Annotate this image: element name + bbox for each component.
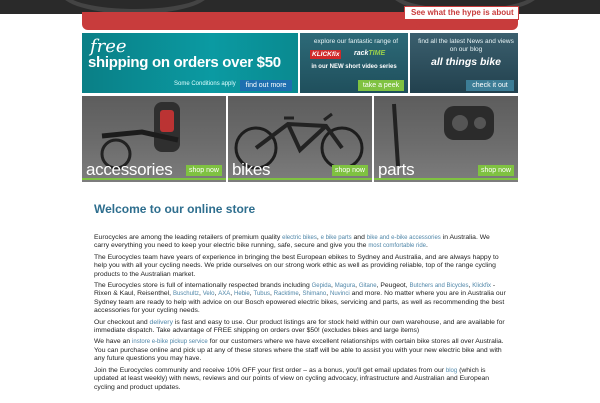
category-divider bbox=[374, 178, 518, 180]
community-paragraph: Join the Eurocycles community and receiv… bbox=[94, 367, 506, 392]
accessories-link[interactable]: bike and e-bike accessories bbox=[367, 235, 441, 241]
p1-text-3: and bbox=[351, 234, 367, 241]
promo-video-series: in our NEW short video series bbox=[311, 64, 397, 70]
nuvinci-link[interactable]: Nuvinci bbox=[330, 291, 350, 297]
promo-video-intro: explore our fantastic range of bbox=[313, 38, 399, 45]
category-bikes[interactable]: bikes shop now bbox=[228, 96, 372, 182]
buschultz-link[interactable]: Buschultz bbox=[173, 291, 199, 297]
racktime-logo: rackTIME bbox=[354, 50, 385, 57]
p5-text-1: We have an bbox=[94, 338, 133, 346]
gitane-link[interactable]: Gitane bbox=[359, 283, 377, 289]
blog-promo[interactable]: find all the latest News and views on ou… bbox=[410, 33, 518, 93]
velo-link[interactable]: Velo bbox=[203, 291, 215, 297]
magura-link[interactable]: Magura bbox=[335, 283, 355, 289]
intro-paragraph: Eurocycles are among the leading retaile… bbox=[94, 234, 506, 251]
pickup-paragraph: We have an instore e-bike pickup service… bbox=[94, 338, 506, 363]
category-divider bbox=[82, 178, 226, 180]
p3-text-2: , Peugeot, bbox=[376, 282, 410, 290]
p4-text-1: Our checkout and bbox=[94, 318, 150, 326]
axa-link[interactable]: AXA bbox=[218, 291, 230, 297]
promo-banners: free shipping on orders over $50 Some Co… bbox=[82, 33, 518, 93]
free-shipping-promo[interactable]: free shipping on orders over $50 Some Co… bbox=[82, 33, 298, 93]
take-a-peek-button[interactable]: take a peek bbox=[358, 80, 404, 91]
racktime-link[interactable]: Racktime bbox=[274, 291, 299, 297]
category-bikes-label: bikes bbox=[232, 160, 271, 179]
p1-text-1: Eurocycles are among the leading retaile… bbox=[94, 234, 283, 241]
e-bike-parts-link[interactable]: e bike parts bbox=[321, 235, 352, 241]
welcome-content: Welcome to our online store Eurocycles a… bbox=[82, 182, 518, 403]
promo-blog-title: all things bike bbox=[430, 56, 501, 68]
category-parts[interactable]: parts shop now bbox=[374, 96, 518, 182]
category-accessories[interactable]: accessories shop now bbox=[82, 96, 226, 182]
blog-link[interactable]: blog bbox=[446, 368, 457, 374]
experience-paragraph: The Eurocycles team have years of experi… bbox=[94, 253, 499, 278]
brand-logos: KLICKfix rackTIME bbox=[310, 50, 402, 60]
hebie-link[interactable]: Hebie bbox=[234, 291, 250, 297]
klickfix-link[interactable]: Klickfix bbox=[472, 283, 491, 289]
instore-pickup-link[interactable]: instore e-bike pickup service bbox=[132, 339, 208, 345]
see-hype-label: See what the hype is about bbox=[411, 8, 514, 17]
promo-conditions: Some Conditions apply bbox=[174, 81, 236, 87]
see-hype-button[interactable]: See what the hype is about bbox=[404, 6, 519, 28]
welcome-heading: Welcome to our online store bbox=[94, 202, 256, 216]
category-parts-label: parts bbox=[378, 160, 415, 179]
checkout-paragraph: Our checkout and delivery is fast and ea… bbox=[94, 319, 506, 336]
shimano-link[interactable]: Shimano bbox=[303, 291, 327, 297]
shop-now-accessories-button[interactable]: shop now bbox=[186, 165, 222, 176]
find-out-more-button[interactable]: find out more bbox=[240, 80, 292, 91]
electric-bikes-link[interactable]: electric bikes bbox=[282, 235, 317, 241]
shop-now-parts-button[interactable]: shop now bbox=[478, 165, 514, 176]
brands-paragraph: The Eurocycles store is full of internat… bbox=[94, 282, 506, 315]
hero-banner: See what the hype is about bbox=[0, 0, 600, 32]
p1-text-5: . bbox=[426, 242, 428, 250]
arrow-right-icon bbox=[416, 21, 420, 28]
gepida-link[interactable]: Gepida bbox=[312, 283, 331, 289]
racktime-logo-b: TIME bbox=[368, 50, 386, 57]
promo-shipping-text: shipping on orders over $50 bbox=[88, 54, 281, 71]
p6-text-1: Join the Eurocycles community and receiv… bbox=[94, 366, 446, 374]
racktime-logo-a: rack bbox=[354, 50, 369, 57]
promo-blog-intro: find all the latest News and views on ou… bbox=[418, 38, 514, 53]
video-series-promo[interactable]: explore our fantastic range of KLICKfix … bbox=[300, 33, 408, 93]
category-divider bbox=[228, 178, 372, 180]
shop-now-bikes-button[interactable]: shop now bbox=[332, 165, 368, 176]
tubus-link[interactable]: Tubus bbox=[254, 291, 270, 297]
comfortable-ride-link[interactable]: most comfortable ride bbox=[368, 243, 426, 249]
category-accessories-label: accessories bbox=[86, 160, 173, 179]
category-tiles: accessories shop now bikes shop now part… bbox=[82, 96, 518, 182]
delivery-link[interactable]: delivery bbox=[150, 319, 173, 326]
check-it-out-button[interactable]: check it out bbox=[466, 80, 514, 91]
klickfix-logo: KLICKfix bbox=[310, 50, 342, 59]
butchers-bicycles-link[interactable]: Butchers and Bicycles bbox=[409, 283, 468, 289]
p3-text-1: The Eurocycles store is full of internat… bbox=[94, 282, 312, 290]
